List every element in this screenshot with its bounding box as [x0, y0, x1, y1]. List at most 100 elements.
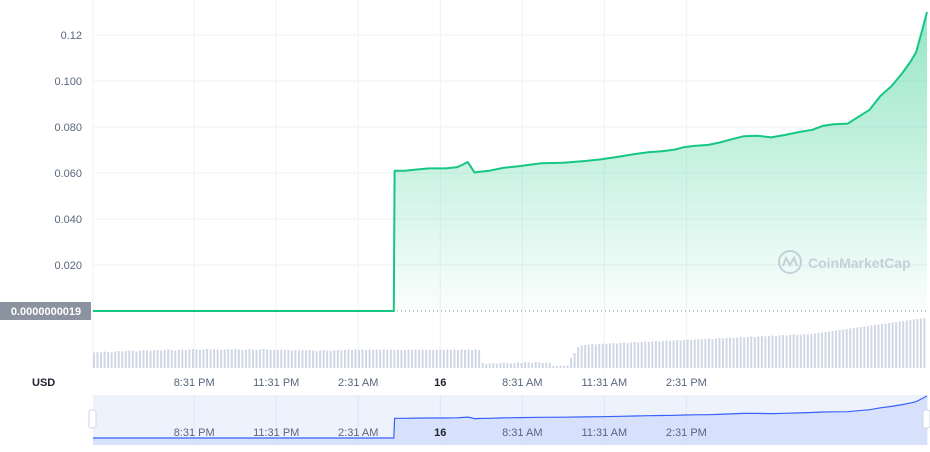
navigator[interactable]: 8:31 PM 11:31 PM 2:31 AM 16 8:31 AM 11:31 AM 2… — [88, 395, 930, 445]
y-tick-label: 0.020 — [54, 260, 82, 272]
volume-bar — [456, 350, 459, 368]
volume-bar — [439, 349, 442, 368]
volume-bar — [199, 350, 201, 368]
volume-bar — [191, 349, 194, 368]
navigator-right-handle[interactable] — [922, 409, 930, 429]
volume-bar — [174, 350, 177, 368]
volume-bar — [718, 338, 721, 368]
x-tick-label: 11:31 PM — [253, 377, 299, 389]
volume-bar — [616, 343, 618, 368]
volume-bar — [584, 345, 587, 368]
volume-bar — [121, 351, 124, 368]
volume-bar — [513, 363, 516, 368]
volume-bar — [230, 349, 233, 368]
volume-bar — [757, 336, 760, 368]
volume-bar — [471, 350, 474, 368]
volume-bar — [449, 350, 452, 368]
volume-bar — [658, 341, 661, 368]
volume-bar — [170, 350, 173, 368]
volume-bar — [517, 362, 520, 368]
volume-bar — [428, 349, 431, 368]
volume-bar — [350, 350, 353, 368]
currency-label: USD — [32, 377, 55, 389]
volume-bar — [630, 342, 633, 368]
volume-bar — [135, 351, 138, 368]
volume-bar — [297, 350, 300, 368]
volume-bar — [100, 352, 103, 368]
volume-bar — [785, 335, 788, 368]
current-price-tag: 0.0000000019 — [0, 302, 91, 320]
price-chart[interactable]: 0.020 0.040 0.060 0.080 0.100 0.12 8:31 PM 11:3… — [0, 0, 930, 447]
volume-bar — [545, 362, 548, 368]
navigator-labels: 8:31 PM 11:31 PM 2:31 AM 16 8:31 AM 11:31 AM 2… — [174, 427, 707, 439]
volume-bar — [188, 349, 191, 368]
volume-bar — [365, 350, 368, 368]
volume-bar — [195, 349, 198, 368]
volume-bar — [167, 349, 170, 368]
navigator-left-handle[interactable] — [88, 409, 97, 429]
volume-bar — [566, 365, 569, 368]
x-tick-label: 2:31 AM — [338, 377, 378, 389]
volume-bar — [308, 350, 311, 368]
volume-bar — [902, 321, 905, 368]
volume-bar — [488, 363, 491, 368]
volume-bar — [782, 335, 785, 368]
volume-bar — [806, 334, 809, 368]
volume-bar — [633, 342, 636, 368]
volume-bar — [153, 350, 156, 368]
volume-bar — [654, 341, 657, 368]
volume-bar — [732, 338, 735, 368]
volume-bar — [138, 350, 141, 368]
volume-bar — [301, 350, 304, 368]
volume-bar — [792, 334, 795, 368]
volume-bar — [778, 335, 781, 368]
volume-bar — [248, 349, 251, 368]
volume-bar — [767, 336, 770, 368]
volume-bar — [563, 366, 565, 368]
volume-bar — [290, 350, 293, 368]
volume-bar — [184, 350, 187, 368]
volume-bar — [548, 363, 551, 368]
volume-bar — [722, 338, 724, 368]
volume-bar — [552, 366, 555, 368]
volume-bar — [605, 344, 608, 368]
volume-bar — [96, 352, 99, 368]
volume-bar — [453, 349, 456, 368]
volume-bar — [608, 343, 611, 368]
volume-bar — [690, 340, 693, 368]
volume-bar — [326, 350, 329, 368]
volume-bar — [884, 323, 887, 368]
volume-bar — [273, 349, 276, 368]
volume-bar — [213, 349, 216, 368]
volume-bar — [319, 350, 322, 368]
volume-bar — [421, 349, 424, 368]
volume-bar — [591, 344, 594, 368]
volume-bar — [223, 349, 226, 368]
volume-bar — [343, 350, 346, 368]
volume-bar — [220, 350, 223, 368]
volume-bar — [619, 343, 622, 368]
volume-bar — [414, 349, 417, 368]
volume-bar — [866, 326, 869, 368]
volume-bar — [873, 325, 876, 368]
volume-bar — [644, 341, 647, 368]
volume-bar — [771, 335, 774, 368]
volume-bar — [202, 349, 205, 368]
volume-bar — [555, 366, 558, 368]
volume-bar — [870, 325, 873, 368]
volume-bar — [372, 350, 375, 368]
volume-bar — [146, 350, 148, 368]
volume-bar — [898, 321, 901, 368]
volume-bar — [669, 341, 671, 368]
volume-bar — [266, 349, 269, 368]
volume-bar — [700, 339, 703, 368]
volume-bar — [432, 350, 435, 368]
volume-bar — [736, 337, 739, 368]
volume-bar — [577, 347, 580, 368]
volume-bar — [594, 344, 597, 368]
volume-bar — [820, 332, 823, 368]
volume-bar — [676, 340, 679, 368]
volume-bar — [919, 318, 922, 368]
volume-bar — [269, 350, 272, 368]
navigator-tick-label: 2:31 PM — [666, 427, 707, 439]
